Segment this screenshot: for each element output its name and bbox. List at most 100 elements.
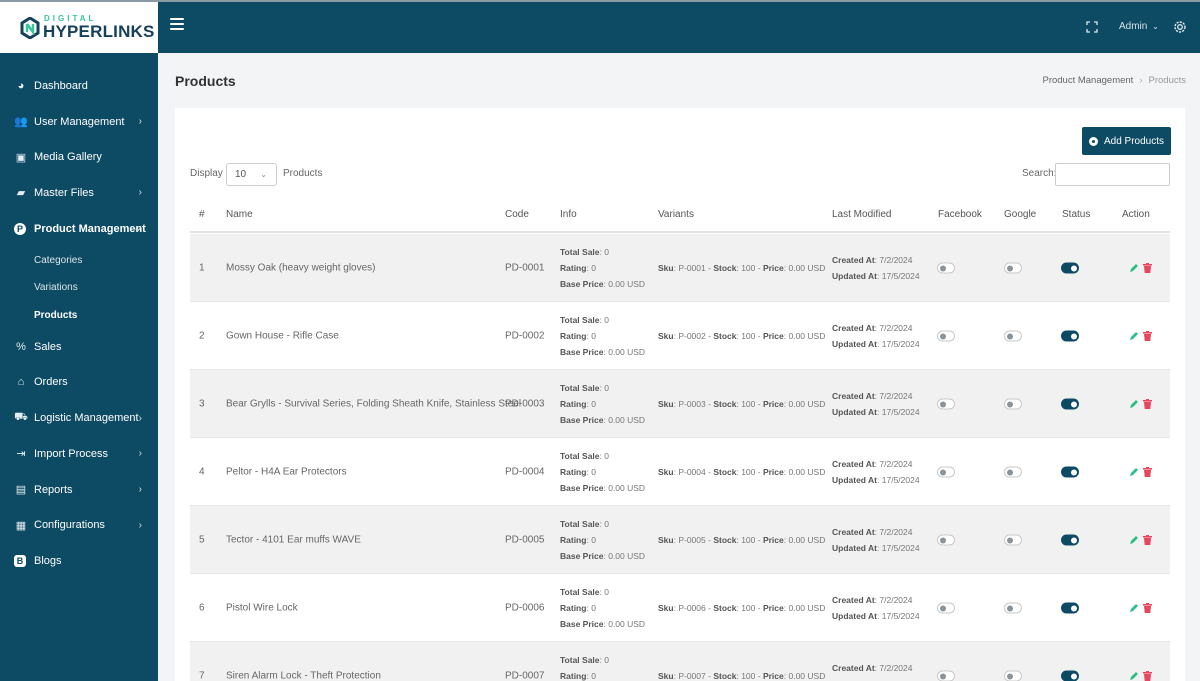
sidebar-item-reports[interactable]: ▤ Reports › xyxy=(0,472,158,508)
page-length-select[interactable]: 10 ⌄ xyxy=(226,163,277,186)
search-input[interactable] xyxy=(1055,163,1170,186)
status-toggle[interactable] xyxy=(1061,602,1079,613)
base-price-value: 0.00 USD xyxy=(608,482,646,493)
trash-icon[interactable] xyxy=(1143,330,1152,341)
sidebar-item-dashboard[interactable]: ◕ Dashboard xyxy=(0,68,158,104)
status-toggle[interactable] xyxy=(1061,670,1079,681)
updated-date: 17/5/2024 xyxy=(881,406,920,417)
pencil-icon[interactable] xyxy=(1129,467,1139,477)
chevron-down-icon: ⌄ xyxy=(260,170,267,179)
variant-label: Sku xyxy=(658,534,674,545)
info-label: Base Price xyxy=(560,482,604,493)
product-name: Pistol Wire Lock xyxy=(226,602,298,613)
pencil-icon[interactable] xyxy=(1129,603,1139,613)
sidebar-item-master-files[interactable]: ▰ Master Files › xyxy=(0,175,158,211)
mod-label: Created At xyxy=(832,526,875,537)
sku-value: P-0006 xyxy=(678,602,706,613)
facebook-toggle[interactable] xyxy=(937,330,955,341)
column-header-index[interactable]: # xyxy=(199,202,205,231)
column-header-action[interactable]: Action xyxy=(1122,202,1150,231)
status-toggle[interactable] xyxy=(1061,466,1079,477)
column-header-code[interactable]: Code xyxy=(505,202,529,231)
status-toggle[interactable] xyxy=(1061,398,1079,409)
last-modified: Created At: 7/2/2024Updated At: 17/5/202… xyxy=(832,254,920,281)
google-toggle[interactable] xyxy=(1004,670,1022,681)
info-label: Total Sale xyxy=(560,654,600,665)
updated-date: 17/5/2024 xyxy=(881,474,920,485)
trash-icon[interactable] xyxy=(1143,262,1152,273)
pencil-icon[interactable] xyxy=(1129,263,1139,273)
facebook-toggle[interactable] xyxy=(937,398,955,409)
facebook-toggle[interactable] xyxy=(937,602,955,613)
trash-icon[interactable] xyxy=(1143,398,1152,409)
google-toggle[interactable] xyxy=(1004,534,1022,545)
column-header-variants[interactable]: Variants xyxy=(658,202,694,231)
trash-icon[interactable] xyxy=(1143,670,1152,681)
config-icon: ▦ xyxy=(15,519,27,532)
gear-icon[interactable] xyxy=(1172,19,1188,35)
column-header-label: Status xyxy=(1062,209,1091,220)
total-sale-value: 0 xyxy=(604,246,609,257)
stock-value: 100 xyxy=(741,670,756,681)
status-toggle[interactable] xyxy=(1061,534,1079,545)
sidebar-item-logistic-management[interactable]: ⛟ Logistic Management › xyxy=(0,400,158,436)
sidebar-item-configurations[interactable]: ▦ Configurations › xyxy=(0,507,158,543)
product-code: PD-0005 xyxy=(505,534,545,545)
add-products-button[interactable]: Add Products xyxy=(1082,127,1171,155)
menu-toggle-icon[interactable] xyxy=(170,18,184,32)
last-modified: Created At: 7/2/2024Updated At: 17/5/202… xyxy=(832,390,920,417)
trash-icon[interactable] xyxy=(1143,534,1152,545)
pencil-icon[interactable] xyxy=(1129,331,1139,341)
trash-icon[interactable] xyxy=(1143,602,1152,613)
google-toggle[interactable] xyxy=(1004,398,1022,409)
google-toggle[interactable] xyxy=(1004,262,1022,273)
product-code: PD-0001 xyxy=(505,262,545,273)
search-label: Search: xyxy=(1022,168,1057,179)
fullscreen-icon[interactable] xyxy=(1086,21,1098,33)
blog-icon: B xyxy=(14,554,26,567)
created-date: 7/2/2024 xyxy=(879,526,913,537)
column-header-status[interactable]: Status xyxy=(1062,202,1090,231)
users-icon: 👥 xyxy=(14,116,28,129)
sidebar-item-import-process[interactable]: ⇥ Import Process › xyxy=(0,436,158,472)
google-toggle[interactable] xyxy=(1004,466,1022,477)
column-header-facebook[interactable]: Facebook xyxy=(938,202,982,231)
sidebar-item-orders[interactable]: ⌂ Orders xyxy=(0,365,158,401)
column-header-info[interactable]: Info xyxy=(560,202,577,231)
breadcrumb-parent[interactable]: Product Management xyxy=(1042,75,1133,86)
product-name: Mossy Oak (heavy weight gloves) xyxy=(226,262,376,273)
column-header-google[interactable]: Google xyxy=(1004,202,1036,231)
mod-label: Created At xyxy=(832,458,875,469)
sidebar-item-user-management[interactable]: 👥 User Management › xyxy=(0,104,158,140)
user-menu[interactable]: Admin ⌄ xyxy=(1119,21,1159,32)
column-header-last-modified[interactable]: Last Modified xyxy=(832,202,891,231)
product-code: PD-0002 xyxy=(505,330,545,341)
pencil-icon[interactable] xyxy=(1129,535,1139,545)
sidebar-subitem-products[interactable]: Products xyxy=(0,301,158,329)
sidebar-subitem-categories[interactable]: Categories xyxy=(0,246,158,274)
facebook-toggle[interactable] xyxy=(937,466,955,477)
sidebar-item-blogs[interactable]: B Blogs xyxy=(0,543,158,579)
updated-date: 17/5/2024 xyxy=(881,542,920,553)
facebook-toggle[interactable] xyxy=(937,534,955,545)
sidebar-item-label: Dashboard xyxy=(34,79,88,92)
google-toggle[interactable] xyxy=(1004,602,1022,613)
logo[interactable]: DIGITAL HYPERLINKS xyxy=(0,0,158,53)
facebook-toggle[interactable] xyxy=(937,670,955,681)
google-toggle[interactable] xyxy=(1004,330,1022,341)
pencil-icon[interactable] xyxy=(1129,671,1139,681)
sidebar-item-media-gallery[interactable]: ▣ Media Gallery xyxy=(0,139,158,175)
sidebar-subitem-variations[interactable]: Variations xyxy=(0,274,158,302)
pencil-icon[interactable] xyxy=(1129,399,1139,409)
trash-icon[interactable] xyxy=(1143,466,1152,477)
status-toggle[interactable] xyxy=(1061,330,1079,341)
column-header-name[interactable]: Name xyxy=(226,202,253,231)
sidebar-item-sales[interactable]: % Sales xyxy=(0,329,158,365)
sidebar-item-product-management[interactable]: P Product Management ⌄ xyxy=(0,211,158,247)
info-label: Total Sale xyxy=(560,586,600,597)
status-toggle[interactable] xyxy=(1061,262,1079,273)
rating-value: 0 xyxy=(591,262,596,273)
product-name: Siren Alarm Lock - Theft Protection xyxy=(226,670,381,681)
page-title: Products xyxy=(175,73,236,89)
facebook-toggle[interactable] xyxy=(937,262,955,273)
